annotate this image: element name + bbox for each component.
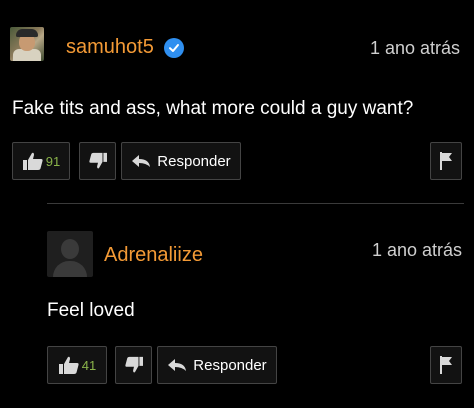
reply-divider xyxy=(47,203,464,204)
username[interactable]: Adrenaliize xyxy=(104,244,203,267)
reply-button[interactable]: Responder xyxy=(157,346,277,384)
verified-check-icon xyxy=(163,37,184,58)
flag-button[interactable] xyxy=(430,346,462,384)
like-count: 41 xyxy=(81,357,97,373)
comment-text: Fake tits and ass, what more could a guy… xyxy=(12,98,414,119)
like-count: 91 xyxy=(45,153,61,169)
flag-icon xyxy=(440,152,452,170)
comment-header: samuhot5 xyxy=(66,36,184,59)
like-button[interactable]: 41 xyxy=(47,346,107,384)
username[interactable]: samuhot5 xyxy=(66,36,154,59)
reply-label: Responder xyxy=(193,356,267,374)
reply-button[interactable]: Responder xyxy=(121,142,241,180)
reply-arrow-icon xyxy=(132,155,151,167)
timestamp: 1 ano atrás xyxy=(369,38,460,58)
like-button[interactable]: 91 xyxy=(12,142,70,180)
thumbs-down-icon xyxy=(88,152,107,169)
flag-icon xyxy=(440,356,452,374)
thumbs-down-icon xyxy=(124,356,143,373)
comment-text: Feel loved xyxy=(47,300,135,321)
reply-label: Responder xyxy=(157,152,231,170)
flag-button[interactable] xyxy=(430,142,462,180)
timestamp: 1 ano atrás xyxy=(371,240,462,260)
dislike-button[interactable] xyxy=(115,346,152,384)
thumbs-up-icon xyxy=(22,152,43,170)
thumbs-up-icon xyxy=(58,356,79,374)
avatar[interactable] xyxy=(47,231,93,277)
avatar[interactable] xyxy=(10,27,44,61)
dislike-button[interactable] xyxy=(79,142,116,180)
reply-arrow-icon xyxy=(168,359,187,371)
